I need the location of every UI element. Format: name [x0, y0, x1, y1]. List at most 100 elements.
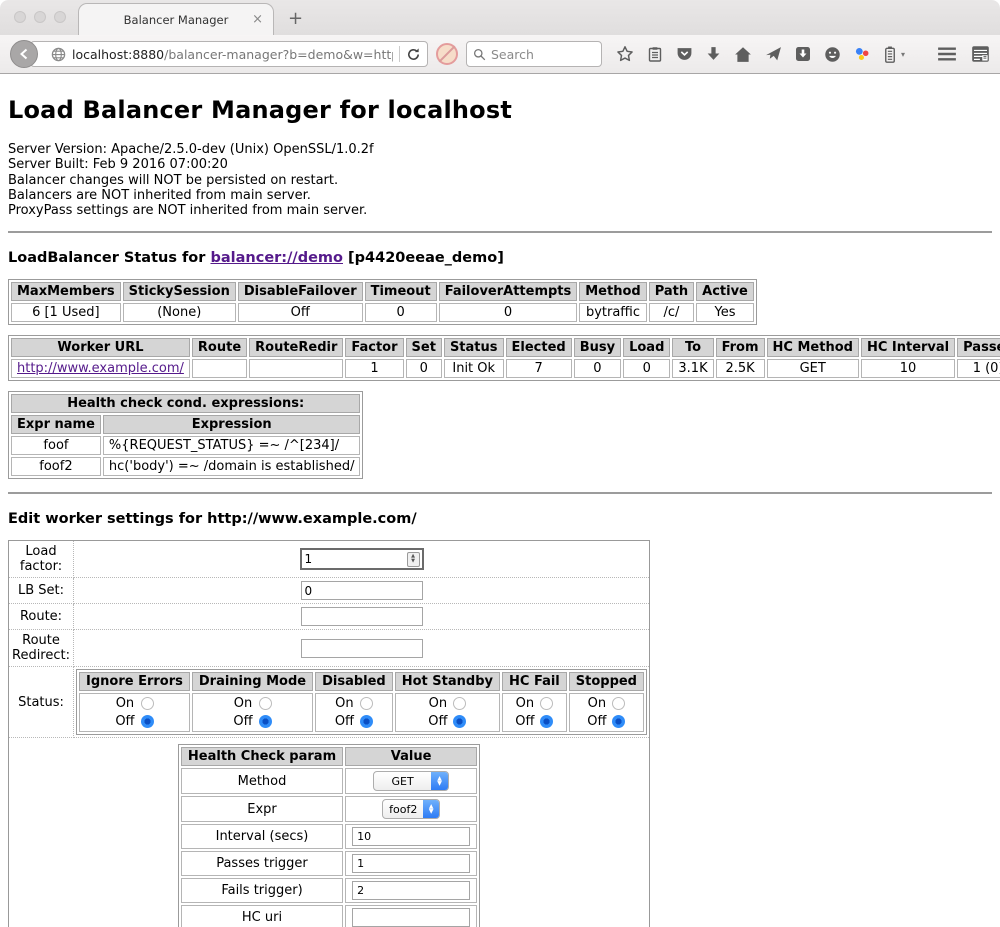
server-info: Server Version: Apache/2.5.0-dev (Unix) …	[8, 142, 992, 218]
battery-icon[interactable]	[884, 46, 896, 63]
extension-dots-icon[interactable]	[854, 46, 871, 62]
tab-balancer-manager[interactable]: Balancer Manager ×	[78, 3, 274, 35]
draining-mode-on-radio[interactable]	[259, 697, 272, 710]
status-label: Status:	[9, 667, 74, 738]
lb-set-label: LB Set:	[9, 578, 74, 604]
ignore-errors-on-radio[interactable]	[141, 697, 154, 710]
url-text: localhost:8880/balancer-manager?b=demo&w…	[72, 47, 393, 62]
loadbalancer-status-heading: LoadBalancer Status for balancer://demo …	[8, 250, 992, 266]
select-arrows-icon: ▲▼	[423, 800, 439, 818]
col-expr-name: Expr name	[11, 415, 101, 434]
reading-list-icon[interactable]	[647, 46, 663, 63]
select-arrows-icon: ▲▼	[431, 772, 448, 790]
search-icon	[473, 48, 486, 61]
reload-icon[interactable]	[406, 47, 421, 62]
battery-dropdown-caret[interactable]: ▾	[901, 50, 905, 59]
expr-select[interactable]: foof2▲▼	[382, 799, 440, 819]
new-tab-button[interactable]: +	[288, 8, 303, 29]
adblock-icon[interactable]	[436, 43, 458, 65]
persist-notice-line: Balancer changes will NOT be persisted o…	[8, 173, 992, 188]
page-title: Load Balancer Manager for localhost	[8, 96, 992, 124]
lb-set-input[interactable]	[301, 581, 423, 600]
search-bar[interactable]: Search	[466, 41, 602, 67]
home-icon[interactable]	[734, 46, 752, 63]
hamburger-menu-icon[interactable]	[937, 46, 957, 62]
fails-trigger-label: Fails trigger)	[181, 878, 343, 903]
worker-status-table: Worker URL Route RouteRedir Factor Set S…	[8, 335, 1000, 381]
edit-worker-form: Load factor: 1 ▲▼ LB Set: Route: Route R…	[8, 540, 650, 927]
hc-expressions-title: Health check cond. expressions:	[11, 394, 360, 413]
url-bar[interactable]: localhost:8880/balancer-manager?b=demo&w…	[30, 41, 428, 67]
route-input[interactable]	[301, 607, 423, 626]
send-icon[interactable]	[765, 46, 782, 62]
stopped-off-radio[interactable]	[612, 715, 625, 728]
urlbar-divider	[399, 46, 400, 62]
col-hc-param: Health Check param	[181, 747, 343, 766]
disabled-on-radio[interactable]	[360, 697, 373, 710]
navigation-toolbar: localhost:8880/balancer-manager?b=demo&w…	[0, 35, 1000, 74]
bookmark-star-icon[interactable]	[616, 45, 634, 63]
col-hc-value: Value	[345, 747, 477, 766]
divider	[8, 492, 992, 494]
hc-uri-label: HC uri	[181, 905, 343, 927]
hot-standby-on-radio[interactable]	[453, 697, 466, 710]
number-stepper-icon[interactable]: ▲▼	[407, 552, 420, 567]
route-redirect-input[interactable]	[301, 639, 423, 658]
draining-mode-off-radio[interactable]	[259, 715, 272, 728]
hc-fail-off-radio[interactable]	[540, 715, 553, 728]
window-zoom-button[interactable]	[54, 11, 66, 23]
downloads-icon[interactable]	[706, 46, 721, 62]
sidebar-grid-icon[interactable]	[971, 45, 990, 63]
window-controls[interactable]	[14, 11, 66, 23]
fails-trigger-input[interactable]	[352, 881, 470, 900]
back-arrow-icon	[18, 48, 30, 60]
passes-trigger-label: Passes trigger	[181, 851, 343, 876]
globe-icon	[51, 47, 66, 62]
window-close-button[interactable]	[14, 11, 26, 23]
col-disabled: Disabled	[315, 672, 393, 691]
col-stopped: Stopped	[569, 672, 644, 691]
interval-input[interactable]	[352, 827, 470, 846]
hc-fail-on-radio[interactable]	[540, 697, 553, 710]
col-hc-fail: HC Fail	[502, 672, 567, 691]
hc-uri-input[interactable]	[352, 908, 470, 927]
worker-url-link[interactable]: http://www.example.com/	[17, 361, 184, 376]
ignore-errors-off-radio[interactable]	[141, 715, 154, 728]
window-minimize-button[interactable]	[34, 11, 46, 23]
back-button[interactable]	[10, 40, 38, 68]
col-failoverattempts: FailoverAttempts	[439, 282, 578, 301]
table-row: foof2 hc('body') =~ /domain is establish…	[11, 457, 360, 476]
col-hot-standby: Hot Standby	[395, 672, 500, 691]
method-select[interactable]: GET▲▼	[373, 771, 449, 791]
col-path: Path	[649, 282, 694, 301]
tab-close-icon[interactable]: ×	[252, 12, 263, 27]
col-draining-mode: Draining Mode	[192, 672, 313, 691]
menu-icons	[937, 45, 990, 63]
balancer-status-table: MaxMembers StickySession DisableFailover…	[8, 279, 757, 325]
page-content: Load Balancer Manager for localhost Serv…	[0, 74, 1000, 927]
search-placeholder: Search	[491, 47, 534, 62]
tab-bar: Balancer Manager × +	[0, 0, 1000, 35]
table-row: http://www.example.com/ 1 0 Init Ok 7 0 …	[11, 359, 1000, 378]
col-ignore-errors: Ignore Errors	[79, 672, 190, 691]
balancers-notice-line: Balancers are NOT inherited from main se…	[8, 188, 992, 203]
passes-trigger-input[interactable]	[352, 854, 470, 873]
divider	[8, 231, 992, 233]
load-factor-label: Load factor:	[9, 541, 74, 578]
panel-download-icon[interactable]	[795, 46, 811, 62]
route-redirect-label: Route Redirect:	[9, 630, 74, 667]
table-row: foof %{REQUEST_STATUS} =~ /^[234]/	[11, 436, 360, 455]
pocket-icon[interactable]	[676, 46, 693, 62]
hot-standby-off-radio[interactable]	[453, 715, 466, 728]
col-expression: Expression	[103, 415, 361, 434]
stopped-on-radio[interactable]	[612, 697, 625, 710]
load-factor-input[interactable]: 1 ▲▼	[300, 548, 424, 570]
balancer-demo-link[interactable]: balancer://demo	[210, 250, 343, 266]
proxypass-notice-line: ProxyPass settings are NOT inherited fro…	[8, 203, 992, 218]
toolbar-icons: ▾	[616, 45, 905, 63]
feedback-smiley-icon[interactable]	[824, 46, 841, 63]
disabled-off-radio[interactable]	[360, 715, 373, 728]
col-stickysession: StickySession	[123, 282, 236, 301]
status-table: Ignore Errors Draining Mode Disabled Hot…	[76, 669, 647, 735]
edit-worker-heading: Edit worker settings for http://www.exam…	[8, 511, 992, 527]
